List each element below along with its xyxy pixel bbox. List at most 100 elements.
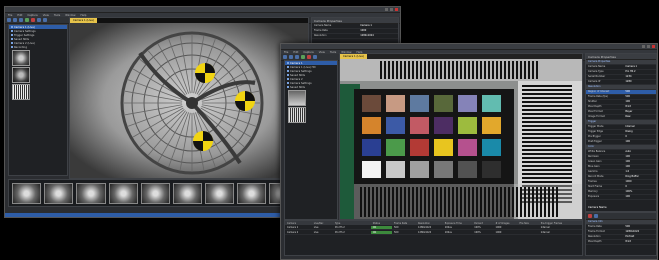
property-value[interactable]: Pro HS 2 — [625, 70, 656, 74]
filmstrip-frame[interactable] — [76, 183, 106, 204]
stop-icon[interactable] — [313, 55, 317, 59]
open-icon[interactable] — [289, 55, 293, 59]
property-value[interactable]: 100 — [625, 100, 656, 104]
property-value[interactable]: Rising — [625, 130, 656, 134]
filmstrip-frame[interactable] — [12, 183, 42, 204]
camera-thumbnail[interactable] — [12, 67, 30, 83]
menu-item[interactable]: Edit — [293, 51, 298, 54]
property-value[interactable]: 1234 — [625, 75, 656, 79]
camera-thumbnail[interactable] — [288, 90, 306, 106]
maximize-icon[interactable] — [390, 8, 393, 11]
property-value[interactable]: Portrait — [625, 235, 656, 239]
filmstrip-frame[interactable] — [140, 183, 170, 204]
grid-column-header[interactable]: Status — [371, 222, 392, 225]
filmstrip-frame[interactable] — [44, 183, 74, 204]
property-value[interactable]: 100 — [625, 160, 656, 164]
property-value[interactable]: 1000 — [360, 29, 398, 33]
play-icon[interactable] — [25, 18, 29, 22]
property-row[interactable]: Exposure 100 — [586, 195, 656, 200]
new-icon[interactable] — [7, 18, 11, 22]
stop-icon[interactable] — [594, 214, 598, 218]
property-value[interactable]: 8 bit — [625, 240, 656, 244]
filmstrip-frame[interactable] — [237, 183, 267, 204]
property-value[interactable]: 1000 — [625, 180, 656, 184]
menu-item[interactable]: Capture — [303, 51, 313, 54]
grid-column-header[interactable]: File Size — [518, 222, 539, 225]
minimize-icon[interactable] — [385, 8, 388, 11]
save-icon[interactable] — [19, 18, 23, 22]
property-value[interactable]: 500 — [625, 90, 656, 94]
minimize-icon[interactable] — [642, 45, 645, 48]
property-value[interactable]: 100% — [625, 190, 656, 194]
stop-icon[interactable] — [37, 18, 41, 22]
grid-column-header[interactable]: Frame Rate — [392, 222, 416, 225]
grid-column-header[interactable]: Type — [333, 222, 371, 225]
property-row[interactable]: Pixel Depth 8 bit — [586, 240, 656, 245]
property-value[interactable]: 1280x1024 — [360, 34, 398, 38]
grid-column-header[interactable]: Pre-trigger Frames — [539, 222, 582, 225]
menu-item[interactable]: File — [284, 51, 288, 54]
camera-thumbnail[interactable] — [288, 107, 306, 123]
tree-item[interactable]: Saved Stills — [285, 85, 337, 89]
menu-item[interactable]: File — [8, 14, 12, 17]
property-value[interactable]: Bayer — [625, 110, 656, 114]
property-value[interactable]: 1.0 — [625, 170, 656, 174]
menu-item[interactable]: View — [43, 14, 49, 17]
close-icon[interactable] — [395, 8, 398, 11]
close-icon[interactable] — [652, 45, 655, 48]
property-value[interactable]: Camera 1 — [625, 65, 656, 69]
property-value[interactable]: 1280x1024 — [625, 230, 656, 234]
record-icon[interactable] — [307, 55, 311, 59]
grid-column-header[interactable]: Exposure Time — [443, 222, 473, 225]
property-value[interactable]: 100 — [625, 155, 656, 159]
property-value[interactable]: 500 — [625, 95, 656, 99]
record-icon[interactable] — [588, 214, 592, 218]
zoom-icon[interactable] — [43, 18, 47, 22]
property-value[interactable]: 100 — [625, 165, 656, 169]
property-value[interactable]: Ring Buffer — [625, 175, 656, 179]
grid-column-header[interactable]: Live/Rec — [312, 222, 333, 225]
new-icon[interactable] — [283, 55, 287, 59]
grid-column-header[interactable]: Resolution — [416, 222, 443, 225]
property-value[interactable]: Internal — [625, 125, 656, 129]
open-icon[interactable] — [13, 18, 17, 22]
filmstrip-frame[interactable] — [205, 183, 235, 204]
filmstrip-frame[interactable] — [108, 183, 138, 204]
resolution-bar — [380, 61, 382, 79]
menu-item[interactable]: Edit — [17, 14, 22, 17]
property-value[interactable]: Raw — [625, 115, 656, 119]
camera-icon — [11, 26, 13, 28]
grid-column-header[interactable]: Camera — [285, 222, 312, 225]
menu-item[interactable]: Tools — [330, 51, 336, 54]
menu-item[interactable]: Tools — [54, 14, 60, 17]
resolution-bar — [448, 61, 450, 79]
property-value[interactable]: 100 — [625, 195, 656, 199]
resolution-bar — [396, 61, 398, 79]
property-value[interactable]: 500 — [625, 225, 656, 229]
color-swatch — [482, 161, 501, 178]
grid-column-header[interactable]: Percent — [472, 222, 493, 225]
left-image-view[interactable]: Camera 1 (Live) — [69, 17, 309, 179]
table-row[interactable]: Camera 2 Live Pro HS 2 OK 500 1280x1024 100us 1… — [285, 230, 582, 235]
play-icon[interactable] — [301, 55, 305, 59]
camera-thumbnail[interactable] — [12, 50, 30, 66]
property-value[interactable]: 8 bit — [625, 105, 656, 109]
maximize-icon[interactable] — [647, 45, 650, 48]
property-value[interactable]: 0 — [625, 185, 656, 189]
property-value[interactable]: 100 — [625, 140, 656, 144]
property-value[interactable]: Camera 1 — [360, 24, 398, 28]
grid-column-header[interactable]: # of Images — [494, 222, 518, 225]
menu-item[interactable]: Capture — [27, 14, 37, 17]
property-row[interactable]: Resolution 1280x1024 — [312, 34, 398, 39]
record-icon[interactable] — [31, 18, 35, 22]
menu-item[interactable]: View — [319, 51, 325, 54]
property-value[interactable]: 0 — [625, 135, 656, 139]
property-value[interactable]: 1280 — [625, 80, 656, 84]
save-icon[interactable] — [295, 55, 299, 59]
right-image-view[interactable]: Camera 1 (Live) — [339, 53, 583, 220]
camera-thumbnail[interactable] — [12, 84, 30, 100]
property-value[interactable]: Auto — [625, 150, 656, 154]
tree-item[interactable]: Recording — [9, 45, 67, 49]
filmstrip-frame[interactable] — [172, 183, 203, 204]
resolution-bar — [400, 187, 402, 217]
